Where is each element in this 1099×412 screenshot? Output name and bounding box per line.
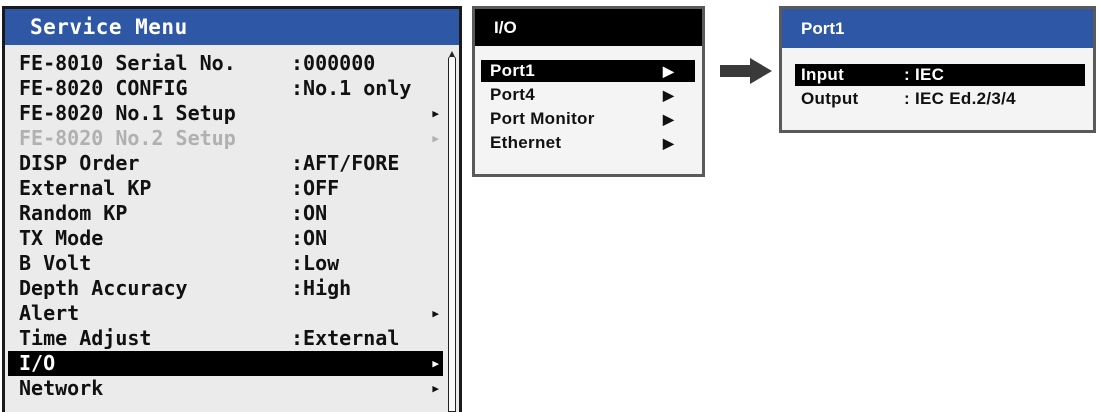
service-menu-scrollbar[interactable] — [448, 56, 456, 412]
menu-item-value: :ON — [291, 226, 328, 250]
menu-item-disp-order[interactable]: DISP Order :AFT/FORE — [8, 151, 443, 176]
port1-menu-window: Port1 Input : IEC Output : IEC Ed.2/3/4 — [779, 6, 1096, 133]
port1-menu-title: Port1 — [782, 9, 1093, 48]
triangle-right-icon: ▶ — [663, 87, 674, 103]
menu-item-label: Ethernet — [490, 133, 562, 152]
menu-item-label: FE-8020 CONFIG — [19, 76, 188, 100]
io-item-ethernet[interactable]: Ethernet ▶ — [481, 132, 695, 154]
menu-item-label: DISP Order — [19, 151, 140, 175]
menu-item-value: :OFF — [291, 176, 340, 200]
menu-item-b-volt[interactable]: B Volt :Low — [8, 251, 443, 276]
menu-item-label: FE-8010 Serial No. — [19, 51, 236, 75]
menu-item-label: Random KP — [19, 201, 128, 225]
menu-item-external-kp[interactable]: External KP :OFF — [8, 176, 443, 201]
port1-item-input[interactable]: Input : IEC — [795, 64, 1085, 86]
menu-item-label: Output — [801, 89, 859, 108]
io-item-port4[interactable]: Port4 ▶ — [481, 84, 695, 106]
menu-item-value: :AFT/FORE — [291, 151, 400, 175]
menu-item-label: B Volt — [19, 251, 92, 275]
right-arrow-icon — [720, 58, 772, 84]
menu-item-time-adjust[interactable]: Time Adjust :External — [8, 326, 443, 351]
menu-item-fe8020-no1-setup[interactable]: FE-8020 No.1 Setup ▶ — [8, 101, 443, 126]
triangle-right-icon: ▶ — [663, 135, 674, 151]
menu-item-label: FE-8020 No.1 Setup — [19, 101, 236, 125]
triangle-right-icon: ▶ — [663, 63, 674, 79]
menu-item-tx-mode[interactable]: TX Mode :ON — [8, 226, 443, 251]
menu-item-label: Depth Accuracy — [19, 276, 188, 300]
triangle-right-icon: ▶ — [432, 382, 439, 395]
triangle-right-icon: ▶ — [432, 107, 439, 120]
service-menu-window: Service Menu ▲ FE-8010 Serial No. :00000… — [2, 6, 462, 412]
service-menu-title: Service Menu — [5, 9, 459, 45]
io-item-port1[interactable]: Port1 ▶ — [481, 60, 695, 82]
menu-item-fe8020-no2-setup: FE-8020 No.2 Setup ▶ — [8, 126, 443, 151]
menu-item-value: : IEC — [904, 65, 945, 84]
menu-item-value: :ON — [291, 201, 328, 225]
menu-item-depth-accuracy[interactable]: Depth Accuracy :High — [8, 276, 443, 301]
triangle-right-icon: ▶ — [432, 357, 439, 370]
menu-item-label: TX Mode — [19, 226, 104, 250]
menu-item-fe8020-config[interactable]: FE-8020 CONFIG :No.1 only — [8, 76, 443, 101]
menu-item-fe8010-serial[interactable]: FE-8010 Serial No. :000000 — [8, 51, 443, 76]
menu-item-value: :High — [291, 276, 352, 300]
port1-item-output[interactable]: Output : IEC Ed.2/3/4 — [795, 88, 1085, 110]
menu-item-label: Alert — [19, 301, 80, 325]
menu-item-label: FE-8020 No.2 Setup — [19, 126, 236, 150]
io-menu-window: I/O Port1 ▶ Port4 ▶ Port Monitor ▶ Ether… — [472, 6, 705, 177]
menu-item-network[interactable]: Network ▶ — [8, 376, 443, 401]
menu-item-value: :000000 — [291, 51, 376, 75]
menu-item-random-kp[interactable]: Random KP :ON — [8, 201, 443, 226]
menu-item-label: External KP — [19, 176, 152, 200]
menu-item-value: :Low — [291, 251, 340, 275]
menu-item-value: :External — [291, 326, 400, 350]
menu-item-label: I/O — [19, 351, 56, 375]
triangle-right-icon: ▶ — [432, 307, 439, 320]
menu-item-label: Time Adjust — [19, 326, 152, 350]
menu-item-label: Network — [19, 376, 104, 400]
menu-item-io[interactable]: I/O ▶ — [8, 351, 443, 376]
menu-item-label: Port4 — [490, 85, 535, 104]
menu-item-value: : IEC Ed.2/3/4 — [904, 89, 1016, 108]
triangle-right-icon: ▶ — [663, 111, 674, 127]
menu-item-label: Input — [801, 65, 845, 84]
menu-item-alert[interactable]: Alert ▶ — [8, 301, 443, 326]
menu-item-label: Port Monitor — [490, 109, 595, 128]
io-menu-title: I/O — [475, 9, 702, 46]
menu-item-label: Port1 — [490, 61, 535, 80]
menu-item-value: :No.1 only — [291, 76, 412, 100]
io-item-port-monitor[interactable]: Port Monitor ▶ — [481, 108, 695, 130]
triangle-right-icon: ▶ — [432, 132, 439, 145]
